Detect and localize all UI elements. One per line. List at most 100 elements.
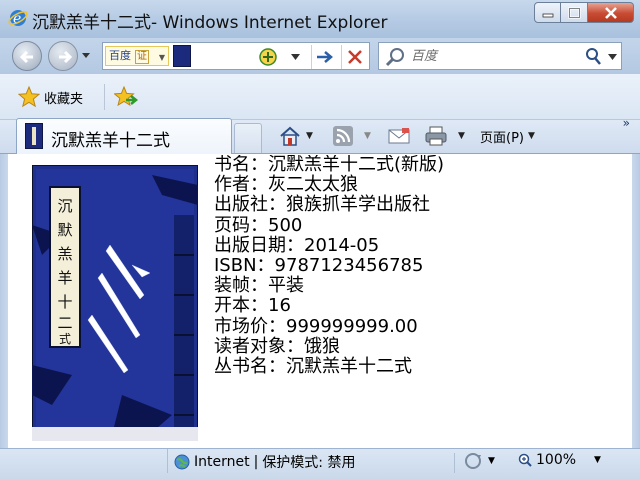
zoom-level: 100% (536, 452, 577, 468)
window-title-suffix: - Windows Internet Explorer (151, 13, 388, 33)
forward-arrow-icon (59, 50, 73, 64)
book-date-line: 出版日期：2014-05 (214, 234, 380, 256)
home-button[interactable]: ▼ (278, 123, 313, 149)
svg-text:沉: 沉 (57, 197, 72, 215)
book-format-line: 开本：16 (214, 295, 291, 317)
book-binding-line: 装帧：平装 (214, 275, 304, 297)
page-content: 沉默羔 羊十二式 书名：沉默羔羊十二式(新版) 作者：灰二太太狼 出版社：狼族抓… (8, 155, 632, 448)
print-button[interactable]: ▼ (424, 123, 465, 149)
compatibility-view-icon[interactable] (259, 48, 277, 66)
book-isbn-line: ISBN：9787123456785 (214, 254, 424, 276)
svg-text:式: 式 (59, 332, 71, 346)
search-input[interactable] (411, 47, 571, 65)
minimize-icon (542, 13, 553, 17)
page-menu-button[interactable]: 页面(P) ▼ (480, 123, 535, 149)
favorites-button[interactable]: 收藏夹 (18, 84, 83, 110)
baidu-chip[interactable]: 百度证 ▼ (105, 46, 169, 66)
stop-button[interactable] (341, 45, 367, 69)
feeds-button[interactable]: ▼ (332, 123, 371, 149)
page-menu-dropdown-icon: ▼ (527, 131, 535, 141)
tab-favicon (25, 123, 43, 149)
address-dropdown-icon[interactable] (291, 54, 300, 60)
ie-logo-icon: e (8, 10, 28, 27)
zoom-magnifier-icon (518, 453, 532, 467)
address-bar: 百度证 ▼ (102, 42, 370, 70)
stop-icon (347, 50, 362, 64)
globe-icon (174, 454, 190, 470)
back-arrow-icon (19, 50, 33, 64)
title-bar: e 沉默羔羊十二式- Windows Internet Explorer (0, 0, 640, 38)
command-bar: 沉默羔羊十二式 ▼ ▼ ▼ 页面(P) ▼ » (0, 116, 640, 154)
popup-dropdown-icon: ▼ (488, 456, 495, 466)
rss-feed-icon (333, 126, 353, 146)
minimize-button[interactable] (534, 2, 561, 23)
tab-label: 沉默羔羊十二式 (51, 131, 170, 151)
zoom-dropdown-icon: ▼ (594, 455, 601, 465)
security-zone[interactable]: Internet | 保护模式: 禁用 (174, 452, 355, 472)
refresh-arrows-icon (465, 453, 481, 469)
more-commands-chevron-icon[interactable]: » (623, 116, 630, 130)
book-price-line: 市场价：999999999.00 (214, 315, 418, 337)
search-icon[interactable] (585, 47, 601, 65)
print-dropdown-icon: ▼ (458, 131, 465, 141)
close-button[interactable] (588, 2, 634, 23)
forward-button[interactable] (48, 41, 78, 71)
favorites-star-icon (18, 86, 40, 108)
close-icon (604, 6, 617, 19)
add-to-favorites-bar-button[interactable] (112, 84, 140, 110)
feeds-dropdown-icon: ▼ (364, 131, 371, 141)
zone-label: Internet (194, 454, 250, 470)
maximize-button[interactable] (561, 2, 588, 23)
window-frame-left (0, 154, 8, 450)
page-menu-label: 页面(P) (480, 130, 524, 146)
book-author-line: 作者：灰二太太狼 (214, 174, 358, 196)
new-tab-button[interactable] (234, 123, 262, 153)
go-arrow-icon (316, 51, 333, 63)
maximize-icon (567, 6, 581, 19)
mail-icon (388, 128, 410, 144)
book-details: 书名：沉默羔羊十二式(新版) 作者：灰二太太狼 出版社：狼族抓羊学出版社 页码：… (214, 155, 444, 377)
book-audience-line: 读者对象：饿狼 (214, 335, 340, 357)
book-cover-image: 沉默羔 羊十二式 (32, 165, 198, 441)
window-title-page: 沉默羔羊十二式 (32, 13, 151, 33)
baidu-chip-label: 百度 (109, 49, 131, 62)
window-controls (534, 2, 634, 24)
add-favorite-icon (114, 86, 138, 107)
tab-active-page[interactable]: 沉默羔羊十二式 (16, 118, 232, 154)
read-mail-button[interactable] (388, 123, 410, 149)
book-publisher-line: 出版社：狼族抓羊学出版社 (214, 194, 430, 216)
svg-text:二: 二 (57, 314, 72, 332)
search-provider-icon (385, 48, 404, 67)
home-icon (280, 126, 300, 146)
favorites-divider (104, 84, 105, 110)
address-row: 百度证 ▼ (0, 38, 640, 74)
protected-mode-label: 保护模式: 禁用 (262, 455, 356, 471)
search-options-dropdown-icon[interactable] (608, 54, 617, 60)
search-box (378, 42, 622, 70)
book-title-line: 书名：沉默羔羊十二式(新版) (214, 155, 445, 175)
svg-text:羔: 羔 (57, 245, 72, 263)
zoom-control[interactable]: 100% ▼ (518, 452, 601, 468)
zone-separator: | (253, 454, 259, 470)
svg-text:十: 十 (57, 293, 72, 311)
status-text-cell (0, 449, 168, 473)
certificate-badge: 证 (135, 50, 149, 64)
home-dropdown-icon: ▼ (306, 131, 313, 141)
favorites-label: 收藏夹 (44, 91, 84, 107)
window-title: 沉默羔羊十二式- Windows Internet Explorer (32, 8, 388, 33)
svg-text:默: 默 (57, 221, 72, 239)
window-frame-right (632, 154, 640, 450)
recent-pages-dropdown-icon[interactable] (82, 52, 90, 60)
book-series-line: 丛书名：沉默羔羊十二式 (214, 355, 412, 377)
status-divider (454, 453, 455, 473)
popup-blocker-button[interactable]: ▼ (462, 452, 495, 470)
favorites-bar: 收藏夹 (0, 74, 640, 120)
status-bar: Internet | 保护模式: 禁用 ▼ 100% ▼ (0, 448, 640, 480)
book-pages-line: 页码：500 (214, 214, 303, 236)
go-button[interactable] (311, 45, 337, 69)
back-button[interactable] (12, 41, 42, 71)
svg-text:羊: 羊 (57, 269, 72, 287)
chip-dropdown-icon: ▼ (158, 53, 165, 62)
page-favicon (173, 45, 191, 67)
printer-icon (425, 126, 447, 146)
